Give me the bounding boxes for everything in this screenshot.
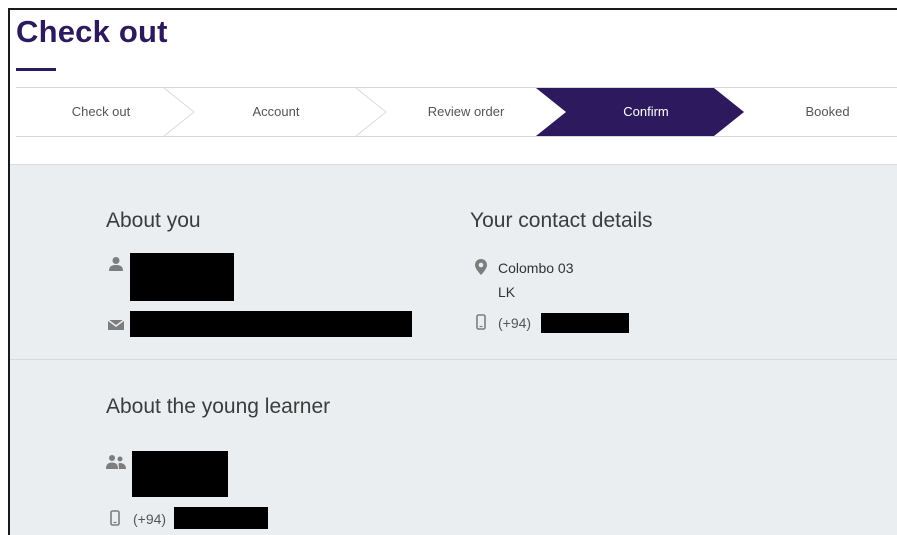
page-title: Check out bbox=[16, 14, 168, 49]
section-divider bbox=[10, 359, 897, 360]
contact-details-heading: Your contact details bbox=[470, 209, 653, 232]
mobile-phone-icon bbox=[110, 510, 120, 531]
step-review-order[interactable]: Review order bbox=[396, 88, 536, 136]
envelope-icon bbox=[107, 318, 125, 336]
users-icon bbox=[106, 454, 126, 475]
step-confirm: Confirm bbox=[623, 104, 669, 119]
step-check-out[interactable]: Check out bbox=[36, 88, 166, 136]
user-icon bbox=[108, 256, 124, 277]
title-underline bbox=[16, 68, 56, 71]
young-learner-heading: About the young learner bbox=[106, 395, 331, 418]
checkout-page: Check out Check out Account Review order… bbox=[8, 8, 897, 535]
booking-summary: About you Your contact details Colombo 0… bbox=[10, 164, 897, 535]
checkout-stepper: Check out Account Review order Confirm B… bbox=[16, 87, 897, 137]
step-booked: Booked bbox=[805, 104, 850, 119]
step-account[interactable]: Account bbox=[206, 88, 346, 136]
step-separator-1 bbox=[163, 88, 195, 136]
learner-phone-prefix: (+94) bbox=[133, 511, 167, 527]
redacted-learner-name bbox=[132, 451, 228, 497]
redacted-learner-phone bbox=[174, 507, 268, 529]
contact-phone-prefix: (+94) bbox=[498, 315, 532, 331]
redacted-email bbox=[130, 311, 412, 337]
address-line-1: Colombo 03 bbox=[498, 260, 574, 276]
map-pin-icon bbox=[475, 259, 487, 280]
step-separator-2 bbox=[355, 88, 387, 136]
address-line-2: LK bbox=[498, 284, 516, 300]
about-you-heading: About you bbox=[106, 209, 201, 232]
redacted-name bbox=[130, 253, 234, 301]
redacted-contact-phone bbox=[541, 313, 629, 333]
mobile-phone-icon bbox=[476, 314, 486, 335]
